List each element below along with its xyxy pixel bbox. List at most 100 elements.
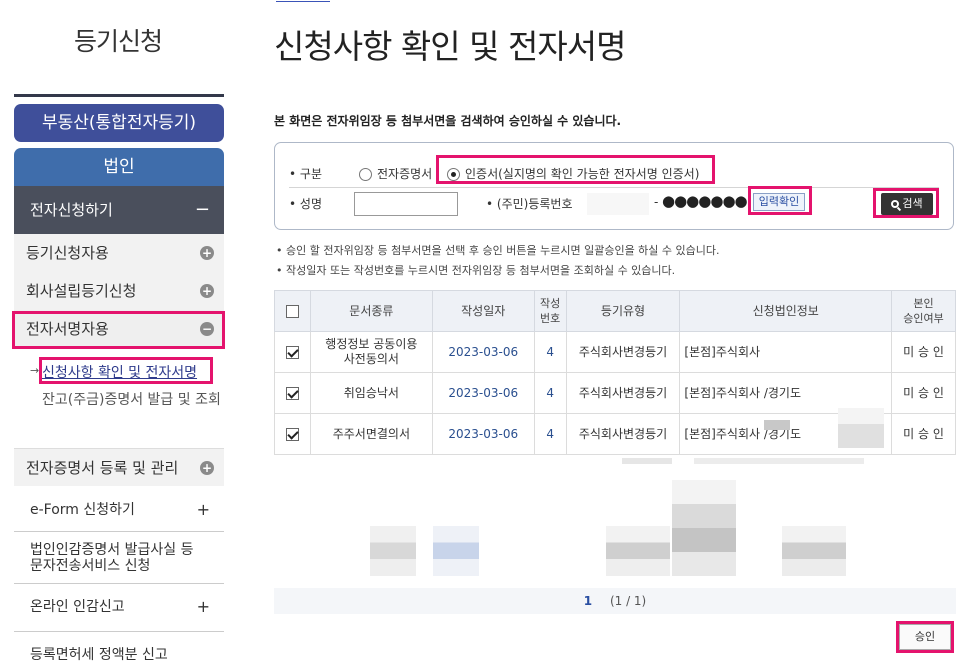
expand-circle-icon: + — [200, 246, 214, 260]
redaction-block — [782, 526, 846, 576]
cell-approval-status: 미 승 인 — [891, 413, 956, 455]
header-reg-type: 등기유형 — [565, 290, 681, 332]
table-row: 행정정보 공동이용 사전동의서 2023-03-06 4 주식회사변경등기 [본… — [274, 331, 956, 373]
page-title: 신청사항 확인 및 전자서명 — [274, 27, 626, 66]
row-checkbox[interactable] — [285, 386, 299, 400]
cell-doc-type: 취임승낙서 — [309, 372, 433, 414]
gubun-label-text: 구분 — [299, 167, 322, 181]
sidebar-item-registration-applicant[interactable]: 등기신청자용 + — [14, 234, 224, 272]
expand-circle-icon: + — [200, 461, 214, 475]
verify-input-button[interactable]: 입력확인 — [753, 193, 805, 211]
notes: • 승인 할 전자위임장 등 첨부서면을 선택 후 승인 버튼을 누르시면 일괄… — [276, 241, 720, 281]
search-icon — [891, 200, 900, 208]
search-divider — [289, 187, 939, 188]
search-button[interactable]: 검색 — [881, 193, 933, 215]
sidebar-item-label: e-Form 신청하기 — [30, 502, 135, 518]
sidebar-item-label: 회사설립등기신청 — [26, 282, 137, 300]
row-checkbox[interactable] — [285, 345, 299, 359]
expand-circle-icon: + — [200, 284, 214, 298]
sidebar-divider — [14, 94, 224, 97]
header-corp-info: 신청법인정보 — [679, 290, 893, 332]
name-input[interactable] — [354, 192, 458, 216]
select-all-checkbox[interactable] — [285, 304, 299, 318]
redaction-block — [764, 420, 790, 430]
gubun-label: • 구분 — [289, 167, 322, 181]
redaction-block — [370, 526, 416, 576]
radio-electronic-certificate[interactable] — [359, 168, 372, 181]
note-text: 작성일자 또는 작성번호를 누르시면 전자위임장 등 첨부서면을 조회하실 수 … — [286, 264, 676, 277]
table-header-row: 문서종류 작성일자 작성 번호 등기유형 신청법인정보 본인 승인여부 — [274, 290, 956, 332]
reg-number-dash: - — [654, 195, 659, 209]
menu-electronic-application-label: 전자신청하기 — [30, 201, 113, 219]
plus-icon: + — [196, 500, 210, 519]
link-confirm-and-sign[interactable]: 신청사항 확인 및 전자서명 — [42, 362, 197, 382]
reg-number-back-masked[interactable]: ●●●●●●● — [662, 192, 748, 210]
row-checkbox-cell[interactable] — [274, 331, 311, 373]
sidebar: 등기신청 부동산(통합전자등기) 법인 전자신청하기 − 등기신청자용 + 회사… — [0, 0, 240, 663]
cell-corp-info: [본점]주식회사 — [679, 331, 893, 373]
sidebar-item-label: 온라인 인감신고 — [30, 599, 125, 615]
plus-icon: + — [196, 597, 210, 616]
cell-reg-type: 주식회사변경등기 — [565, 331, 681, 373]
submenu-signer: → 신청사항 확인 및 전자서명 잔고(주금)증명서 발급 및 조회 — [14, 350, 224, 456]
sidebar-item-online-seal[interactable]: 온라인 인감신고 + — [14, 584, 224, 632]
radio-certificate-label: 인증서(실지명의 확인 가능한 전자서명 인증서) — [465, 167, 700, 181]
cell-date-link[interactable]: 2023-03-06 — [431, 413, 535, 455]
arrow-right-icon: → — [30, 364, 40, 377]
collapse-icon: − — [194, 199, 210, 220]
note-item: • 승인 할 전자위임장 등 첨부서면을 선택 후 승인 버튼을 누르시면 일괄… — [276, 244, 720, 257]
realestate-button[interactable]: 부동산(통합전자등기) — [14, 104, 224, 142]
sidebar-item-license-tax[interactable]: 등록면허세 정액분 신고 — [14, 636, 224, 663]
page-description: 본 화면은 전자위임장 등 첨부서면을 검색하여 승인하실 수 있습니다. — [274, 114, 622, 128]
approve-button[interactable]: 승인 — [899, 624, 951, 650]
pagination: 1 (1 / 1) — [274, 588, 956, 614]
redaction-block — [433, 526, 479, 576]
header-doc-type: 문서종류 — [309, 290, 433, 332]
redaction-block — [694, 458, 864, 464]
search-button-label: 검색 — [902, 197, 923, 210]
sidebar-item-label: 전자서명자용 — [26, 320, 109, 338]
sidebar-item-label: 등록면허세 정액분 신고 — [30, 647, 168, 663]
sidebar-item-eform[interactable]: e-Form 신청하기 + — [14, 488, 224, 532]
header-no: 작성 번호 — [533, 290, 567, 332]
sidebar-item-seal-sms[interactable]: 법인인감증명서 발급사실 등 문자전송서비스 신청 — [14, 532, 224, 584]
cell-doc-type: 주주서면결의서 — [309, 413, 433, 455]
page-summary: (1 / 1) — [609, 594, 647, 608]
header-select-all[interactable] — [274, 290, 311, 332]
redaction-block — [622, 458, 672, 464]
cell-reg-type: 주식회사변경등기 — [565, 372, 681, 414]
header-approval-status: 본인 승인여부 — [891, 290, 956, 332]
note-text: 승인 할 전자위임장 등 첨부서면을 선택 후 승인 버튼을 누르시면 일괄승인… — [286, 244, 720, 257]
link-balance-certificate[interactable]: 잔고(주금)증명서 발급 및 조회 — [42, 388, 222, 412]
sidebar-item-certificate-management[interactable]: 전자증명서 등록 및 관리 + — [14, 448, 224, 486]
cell-doc-type: 행정정보 공동이용 사전동의서 — [309, 331, 433, 373]
redaction-block — [606, 526, 670, 576]
cell-no-link[interactable]: 4 — [533, 331, 567, 373]
cell-reg-type: 주식회사변경등기 — [565, 413, 681, 455]
redaction-block — [838, 408, 884, 448]
corporation-button[interactable]: 법인 — [14, 148, 224, 186]
radio-certificate[interactable] — [447, 168, 460, 181]
sidebar-item-label: 등기신청자용 — [26, 244, 109, 262]
redaction-block — [672, 480, 736, 576]
name-label-text: 성명 — [299, 197, 322, 211]
collapse-circle-icon: − — [200, 322, 214, 336]
cell-date-link[interactable]: 2023-03-06 — [431, 372, 535, 414]
page-current-link[interactable]: 1 — [584, 594, 592, 608]
cell-no-link[interactable]: 4 — [533, 413, 567, 455]
row-checkbox-cell[interactable] — [274, 372, 311, 414]
reg-number-label-text: (주민)등록번호 — [496, 197, 573, 211]
sidebar-item-label: 전자증명서 등록 및 관리 — [26, 459, 179, 477]
sidebar-item-company-establishment[interactable]: 회사설립등기신청 + — [14, 272, 224, 310]
reg-number-label: • (주민)등록번호 — [486, 197, 573, 211]
cell-approval-status: 미 승 인 — [891, 331, 956, 373]
cell-no-link[interactable]: 4 — [533, 372, 567, 414]
menu-electronic-application[interactable]: 전자신청하기 − — [14, 186, 224, 234]
cell-date-link[interactable]: 2023-03-06 — [431, 331, 535, 373]
row-checkbox-cell[interactable] — [274, 413, 311, 455]
reg-number-front-input[interactable] — [586, 192, 650, 216]
sidebar-item-electronic-signer[interactable]: 전자서명자용 − — [14, 310, 224, 348]
row-checkbox[interactable] — [285, 427, 299, 441]
top-link-remnant[interactable] — [276, 0, 330, 2]
note-item: • 작성일자 또는 작성번호를 누르시면 전자위임장 등 첨부서면을 조회하실 … — [276, 264, 676, 277]
